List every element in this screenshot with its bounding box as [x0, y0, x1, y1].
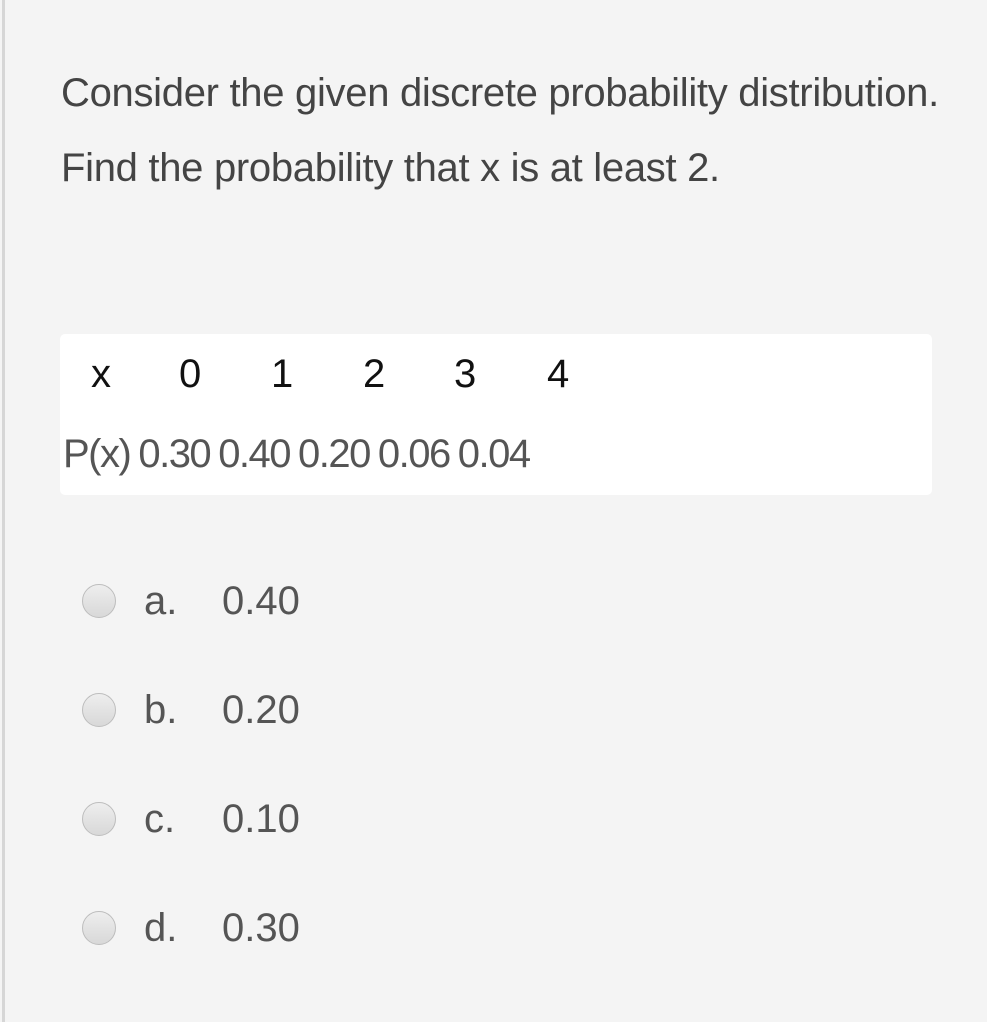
option-b[interactable]: b. 0.20	[82, 685, 300, 735]
table-cell: 0.04	[457, 432, 531, 476]
table-cell: 0.06	[377, 432, 451, 476]
table-cell: 0.20	[298, 432, 371, 476]
question-text: Consider the given discrete probability …	[61, 71, 939, 190]
option-c[interactable]: c. 0.10	[82, 794, 300, 844]
option-value: 0.20	[222, 687, 300, 732]
option-value: 0.10	[222, 796, 300, 841]
table-cell: 1	[271, 352, 294, 396]
table-cell: 3	[454, 352, 477, 396]
table-cell: x	[91, 352, 111, 396]
radio-button[interactable]	[82, 693, 116, 727]
table-cell: 0.40	[218, 432, 291, 476]
radio-button[interactable]	[82, 802, 116, 836]
option-letter: b.	[144, 687, 178, 732]
option-letter: d.	[144, 905, 178, 950]
radio-button[interactable]	[82, 584, 116, 618]
table-cell: P(x)	[63, 432, 132, 476]
radio-button[interactable]	[82, 911, 116, 945]
option-value: 0.40	[222, 578, 300, 623]
table-cell: 2	[363, 352, 386, 396]
option-d[interactable]: d. 0.30	[82, 903, 300, 953]
option-value: 0.30	[222, 905, 300, 950]
option-letter: a.	[144, 578, 178, 623]
table-probability-row: P(x) 0.30 0.40 0.20 0.06 0.04	[63, 432, 538, 477]
table-cell: 4	[547, 352, 570, 396]
left-border	[2, 0, 5, 1022]
option-a[interactable]: a. 0.40	[82, 576, 300, 626]
option-letter: c.	[144, 796, 176, 841]
table-cell: 0.30	[138, 432, 211, 476]
table-cell: 0	[179, 352, 202, 396]
